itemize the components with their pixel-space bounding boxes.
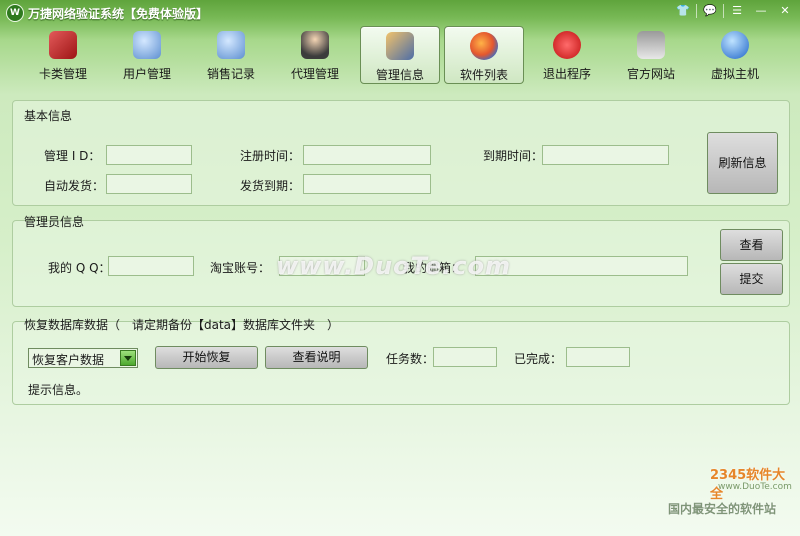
toolbar-user-management[interactable]: 用户管理 (108, 26, 186, 82)
hint-text: 提示信息。 (28, 383, 89, 397)
menu-icon[interactable]: ☰ (726, 2, 748, 20)
qq-label: 我的 Q Q： (48, 261, 111, 275)
home-icon (637, 31, 665, 59)
app-logo-icon: W (6, 4, 24, 22)
brand-slogan: 国内最安全的软件站 (668, 502, 777, 516)
toolbar-label: 虚拟主机 (710, 67, 759, 81)
restore-title: 恢复数据库数据（ 请定期备份【data】数据库文件夹 ） (24, 318, 340, 332)
admin-info-title: 管理员信息 (24, 215, 85, 229)
users-icon (133, 31, 161, 59)
toolbar-card-management[interactable]: 卡类管理 (24, 26, 102, 82)
task-count-field[interactable] (433, 347, 497, 367)
toolbar-label: 官方网站 (626, 67, 675, 81)
admin-id-field[interactable] (106, 145, 192, 165)
ship-expire-field[interactable] (303, 174, 431, 194)
software-list-icon (470, 32, 498, 60)
view-instructions-button[interactable]: 查看说明 (265, 346, 368, 369)
basic-info-title: 基本信息 (24, 109, 73, 123)
feedback-icon[interactable]: 💬 (699, 2, 721, 20)
title-buttons: 👕 💬 ☰ — ✕ (672, 2, 796, 20)
auto-ship-label: 自动发货： (44, 179, 105, 193)
reg-time-field[interactable] (303, 145, 431, 165)
toolbar-label: 软件列表 (459, 68, 508, 82)
restore-type-value: 恢复客户数据 (32, 353, 105, 367)
toolbar-official-site[interactable]: 官方网站 (612, 26, 690, 82)
power-icon (553, 31, 581, 59)
task-count-label: 任务数： (386, 352, 435, 366)
toolbar-exit[interactable]: 退出程序 (528, 26, 606, 82)
ship-expire-label: 发货到期： (240, 179, 301, 193)
refresh-info-button[interactable]: 刷新信息 (707, 132, 778, 194)
restore-type-select[interactable]: 恢复客户数据 (28, 348, 138, 368)
globe-icon (721, 31, 749, 59)
skin-icon[interactable]: 👕 (672, 2, 694, 20)
qq-field[interactable] (108, 256, 194, 276)
toolbar-label: 用户管理 (122, 67, 171, 81)
app-window: W 万捷网络验证系统【免费体验版】 👕 💬 ☰ — ✕ 卡类管理 用户管理 销售… (0, 0, 800, 536)
toolbar-label: 管理信息 (375, 68, 424, 82)
auto-ship-field[interactable] (106, 174, 192, 194)
toolbar-software-list[interactable]: 软件列表 (444, 26, 524, 84)
expire-time-field[interactable] (542, 145, 669, 165)
sales-icon (217, 31, 245, 59)
chevron-down-icon[interactable] (120, 350, 136, 366)
minimize-icon[interactable]: — (750, 2, 772, 20)
toolbar-virtual-host[interactable]: 虚拟主机 (696, 26, 774, 82)
brand-url: www.DuoTe.com (718, 482, 792, 492)
view-button[interactable]: 查看 (720, 229, 783, 261)
toolbar-label: 卡类管理 (38, 67, 87, 81)
manage-house-icon (386, 32, 414, 60)
brand-logo: 2345软件大全 www.DuoTe.com 国内最安全的软件站 (668, 460, 798, 520)
completed-field[interactable] (566, 347, 630, 367)
divider (696, 4, 697, 18)
agent-icon (301, 31, 329, 59)
reg-time-label: 注册时间： (240, 149, 301, 163)
submit-button[interactable]: 提交 (720, 263, 783, 295)
toolbar-label: 退出程序 (542, 67, 591, 81)
start-restore-button[interactable]: 开始恢复 (155, 346, 258, 369)
toolbar-label: 代理管理 (290, 67, 339, 81)
watermark-text: www.DuoTe.com (276, 252, 511, 280)
window-title: 万捷网络验证系统【免费体验版】 (28, 7, 209, 21)
taobao-label: 淘宝账号： (210, 261, 271, 275)
toolbar-label: 销售记录 (206, 67, 255, 81)
toolbar-manage-info[interactable]: 管理信息 (360, 26, 440, 84)
expire-time-label: 到期时间： (483, 149, 544, 163)
close-icon[interactable]: ✕ (774, 2, 796, 20)
title-bar: W 万捷网络验证系统【免费体验版】 👕 💬 ☰ — ✕ (0, 0, 800, 24)
card-icon (49, 31, 77, 59)
toolbar-sales-records[interactable]: 销售记录 (192, 26, 270, 82)
admin-id-label: 管理 I D： (44, 149, 101, 163)
divider (723, 4, 724, 18)
completed-label: 已完成： (514, 352, 563, 366)
toolbar-agent-management[interactable]: 代理管理 (276, 26, 354, 82)
